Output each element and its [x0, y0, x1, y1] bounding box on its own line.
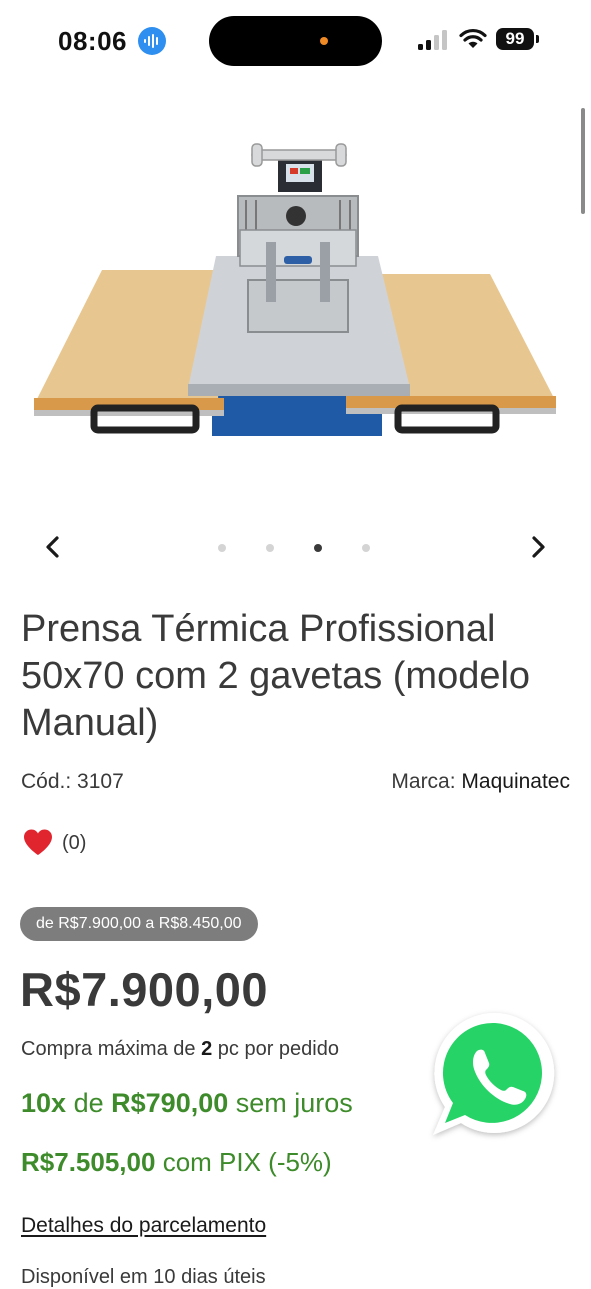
- installment-count: 10x: [21, 1088, 67, 1118]
- carousel-dot[interactable]: [362, 544, 370, 552]
- recording-indicator: [320, 37, 328, 45]
- status-time: 08:06: [58, 26, 127, 56]
- battery-icon: 99: [496, 28, 534, 50]
- product-title: Prensa Térmica Profissional 50x70 com 2 …: [21, 608, 531, 744]
- audio-wave-icon: [138, 27, 166, 55]
- code-value: 3107: [77, 770, 124, 793]
- product-code: Cód.: 3107: [21, 770, 124, 794]
- heart-icon[interactable]: [22, 828, 54, 856]
- carousel-dots: [218, 544, 378, 554]
- product-price: R$7.900,00: [20, 963, 269, 1016]
- product-brand: Marca: Maquinatec: [391, 770, 570, 794]
- wifi-icon: [459, 28, 487, 48]
- whatsapp-icon[interactable]: [425, 1005, 565, 1145]
- max-buy-prefix: Compra máxima de: [21, 1038, 196, 1060]
- availability-text: Disponível em 10 dias úteis: [21, 1266, 266, 1288]
- signal-icon: [418, 30, 447, 50]
- pix-price: R$7.505,00: [21, 1147, 156, 1177]
- code-label: Cód.:: [21, 770, 72, 793]
- max-buy-qty: 2: [201, 1038, 213, 1060]
- installment-de: de: [73, 1088, 104, 1118]
- review-count[interactable]: (0): [62, 832, 86, 855]
- pix-suffix: com PIX (-5%): [162, 1147, 332, 1177]
- dynamic-island: [209, 16, 382, 66]
- chevron-left-icon[interactable]: [38, 532, 68, 562]
- installment-suffix: sem juros: [235, 1088, 353, 1118]
- installment-info: 10x de R$790,00 sem juros: [21, 1088, 353, 1119]
- price-range-badge: de R$7.900,00 a R$8.450,00: [20, 907, 258, 941]
- brand-label: Marca:: [391, 770, 456, 793]
- installment-details-link[interactable]: Detalhes do parcelamento: [21, 1214, 266, 1238]
- carousel-dot-active[interactable]: [314, 544, 322, 552]
- brand-value[interactable]: Maquinatec: [461, 770, 570, 793]
- carousel-dot[interactable]: [218, 544, 226, 552]
- status-bar: 08:06 99: [0, 0, 591, 80]
- chevron-right-icon[interactable]: [523, 532, 553, 562]
- scrollbar[interactable]: [581, 108, 585, 214]
- pix-price-info: R$7.505,00 com PIX (-5%): [21, 1147, 332, 1178]
- product-image[interactable]: [20, 130, 570, 450]
- max-purchase-note: Compra máxima de 2 pc por pedido: [21, 1038, 339, 1061]
- max-buy-suffix: pc por pedido: [217, 1038, 339, 1060]
- installment-value: R$790,00: [111, 1088, 229, 1118]
- battery-tip: [536, 35, 539, 43]
- carousel-dot[interactable]: [266, 544, 274, 552]
